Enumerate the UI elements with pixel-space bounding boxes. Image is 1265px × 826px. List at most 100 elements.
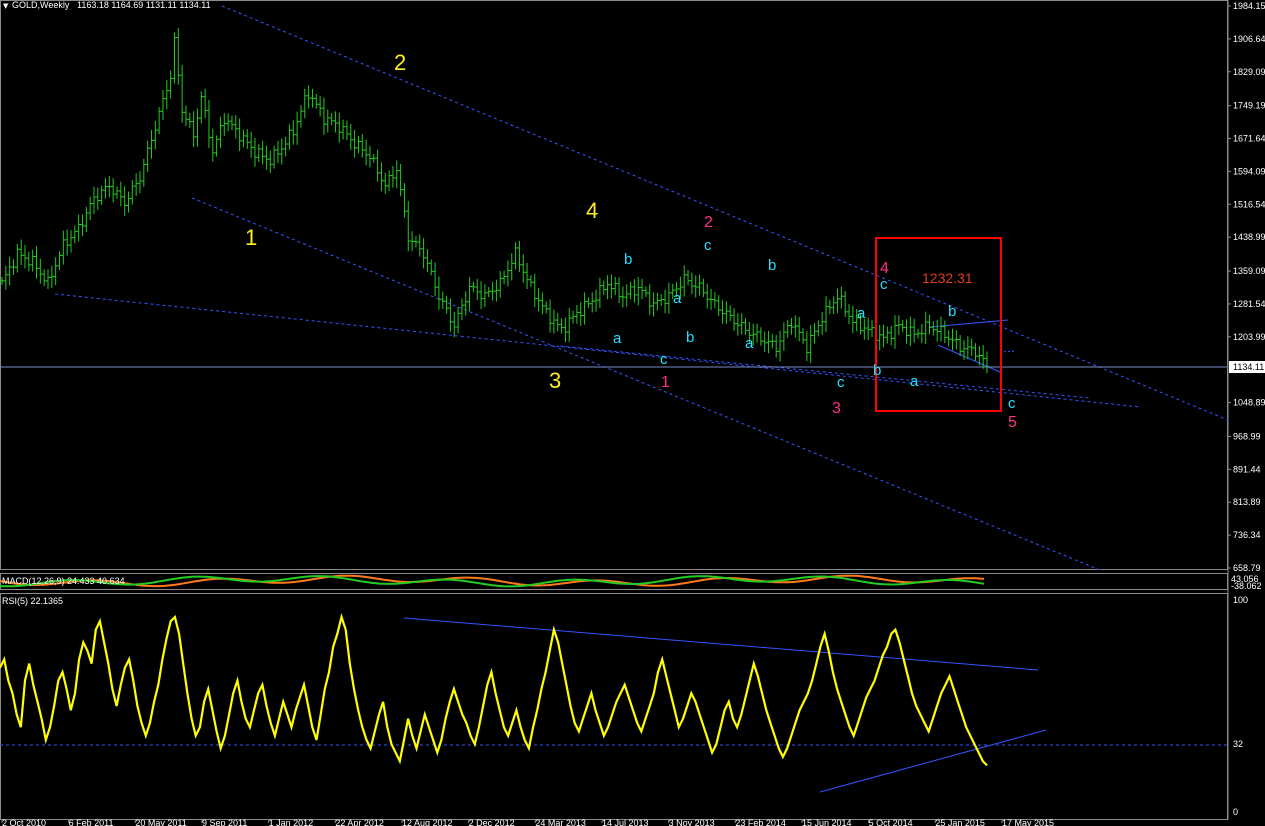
ohlc-bar [383, 172, 388, 194]
ohlc-bar [632, 279, 637, 303]
ohlc-bar [475, 278, 480, 301]
ohlc-bar [601, 280, 606, 295]
ohlc-bar [923, 311, 928, 345]
ohlc-bar [912, 318, 917, 343]
ohlc-bar [180, 64, 185, 123]
ohlc-bar [337, 112, 342, 143]
ohlc-bar [114, 186, 119, 199]
ohlc-bar [325, 109, 330, 133]
ohlc-bar [30, 249, 35, 272]
ohlc-bar [701, 278, 706, 298]
macd-scale-bottom: -38.062 [1231, 581, 1262, 591]
ohlc-bar [218, 116, 223, 149]
ohlc-bar [755, 323, 760, 343]
ohlc-bar [624, 284, 629, 307]
box-price-label: 1232.31 [922, 270, 973, 286]
ohlc-bar [53, 257, 58, 286]
time-tick-label: 24 Mar 2013 [535, 818, 586, 826]
panel-frames [0, 0, 1228, 820]
ohlc-bar [356, 135, 361, 154]
ohlc-bar [505, 260, 510, 287]
macd-indicator-label: MACD(12,26,9) 24.433 40.634 [2, 576, 125, 586]
price-tick-label: 1516.54 [1233, 199, 1265, 209]
ohlc-bar [222, 112, 227, 137]
ohlc-bar [421, 238, 426, 269]
inner-support-line [559, 345, 1091, 399]
wave-label-cyan-c4: c [880, 276, 888, 293]
time-tick-label: 20 May 2011 [135, 818, 186, 826]
ohlc-bar [808, 324, 813, 364]
ohlc-bar [176, 27, 181, 85]
gold-weekly-chart: 1984.15 1906.64 1829.09 1749.19 1671.64 1594.… [0, 0, 1265, 826]
ohlc-bar [352, 129, 357, 158]
wave-label-cyan-b4: b [873, 362, 881, 379]
ohlc-bar [655, 292, 660, 311]
ohlc-bar [950, 328, 955, 351]
ohlc-bar [850, 305, 855, 334]
price-tick-label: 1829.09 [1233, 67, 1265, 77]
ohlc-bar [931, 321, 936, 336]
ohlc-bar [425, 249, 430, 273]
ohlc-bar [816, 320, 821, 337]
ohlc-bar [689, 272, 694, 295]
ohlc-bar [896, 315, 901, 336]
ohlc-bar [444, 295, 449, 314]
ohlc-bar [728, 305, 733, 322]
ohlc-bar [697, 274, 702, 296]
price-tick-label: 1048.89 [1233, 398, 1265, 408]
ohlc-bar [789, 317, 794, 335]
ohlc-bar [686, 269, 691, 286]
ohlc-bar [801, 328, 806, 344]
ohlc-bar [820, 312, 825, 335]
wedge-bottom-line [937, 344, 1001, 373]
ohlc-bar [264, 145, 269, 170]
ohlc-bar [7, 256, 12, 286]
ohlc-bar [544, 301, 549, 314]
collapse-arrow-icon[interactable]: ▼ [3, 2, 9, 10]
ohlc-bar [532, 273, 537, 308]
ohlc-bar [68, 230, 73, 253]
ohlc-bar [122, 186, 127, 216]
ohlc-bar [394, 160, 399, 189]
ohlc-bar [160, 89, 165, 120]
ohlc-bar [893, 315, 898, 349]
wave-label-pink-5: 5 [1008, 414, 1017, 431]
time-tick-label: 23 Feb 2014 [735, 818, 786, 826]
ohlc-bar [19, 239, 24, 266]
ohlc-bar [245, 129, 250, 150]
ohlc-bar [99, 185, 104, 206]
ohlc-bar [137, 171, 142, 194]
ohlc-bar [42, 269, 47, 286]
lower-channel-line [191, 197, 1101, 571]
ohlc-bar [548, 299, 553, 333]
time-tick-label: 1 Jan 2012 [269, 818, 314, 826]
ohlc-bar [778, 330, 783, 362]
wave-label-yellow-3: 3 [549, 368, 561, 393]
time-tick-label: 22 Apr 2012 [335, 818, 384, 826]
ohlc-bar [521, 254, 526, 283]
ohlc-bar [766, 331, 771, 354]
ohlc-bar [237, 118, 242, 152]
ohlc-bar [387, 170, 392, 191]
ohlc-bar [456, 306, 461, 334]
ohlc-bar [720, 300, 725, 324]
ohlc-bar [272, 145, 277, 169]
ohlc-bar [862, 319, 867, 340]
ohlc-bar [716, 295, 721, 316]
ohlc-bar [479, 281, 484, 310]
wave-label-cyan-a2: a [673, 290, 682, 307]
wave-label-pink-4: 4 [880, 260, 889, 277]
ohlc-bar [482, 284, 487, 308]
ohlc-bar [126, 191, 131, 213]
time-tick-label: 14 Jul 2013 [602, 818, 649, 826]
ohlc-bar [38, 258, 43, 284]
price-axis: 1984.15 1906.64 1829.09 1749.19 1671.64 1594.… [1228, 1, 1265, 573]
rsi-lower-trendline [819, 729, 1047, 793]
ohlc-bar [88, 196, 93, 221]
ohlc-bar [985, 351, 989, 374]
macd-signal-line [0, 575, 985, 588]
ohlc-bar [647, 284, 652, 315]
chart-ohlc: 1163.18 1164.69 1131.11 1134.11 [77, 0, 211, 10]
time-tick-label: 5 Oct 2014 [869, 818, 913, 826]
ohlc-bar [233, 114, 238, 139]
